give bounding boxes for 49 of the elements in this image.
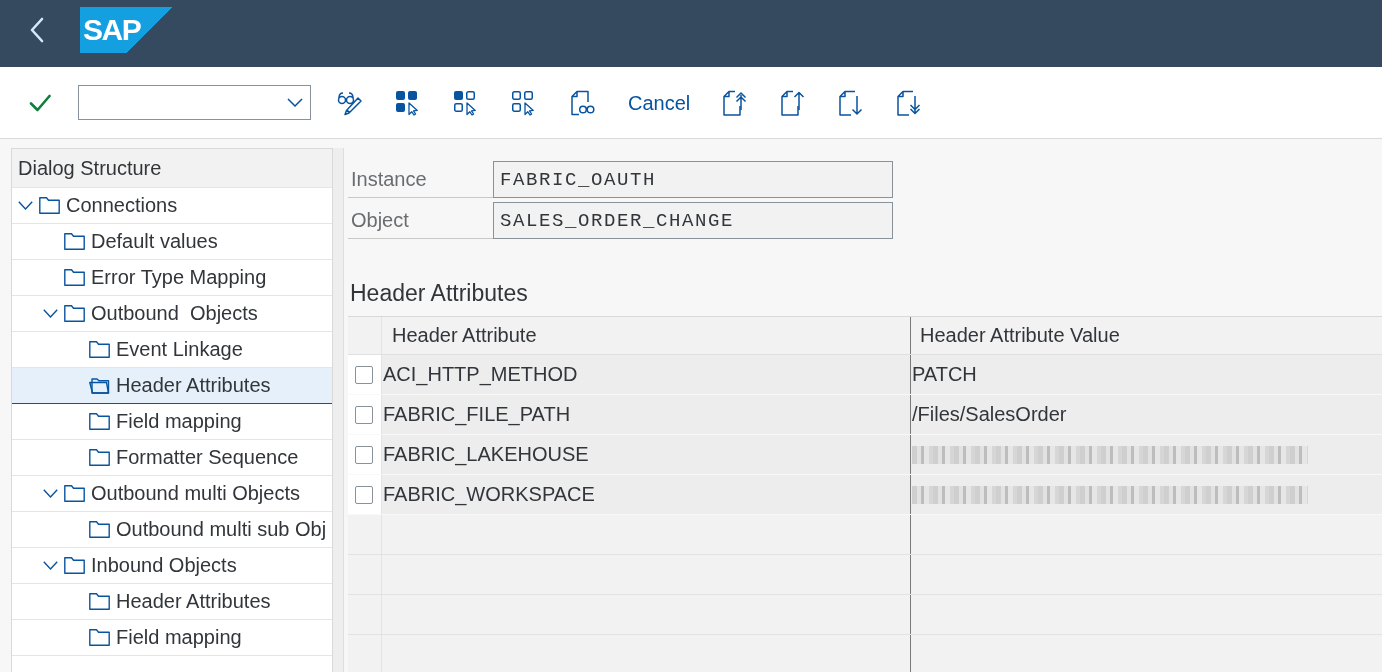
filled-grid-cursor-icon[interactable] (395, 89, 421, 116)
checkbox[interactable] (355, 445, 373, 464)
cancel-button[interactable]: Cancel (628, 90, 691, 115)
command-field[interactable] (78, 85, 311, 120)
document-double-arrow-up-icon[interactable] (722, 89, 749, 116)
folder-icon (89, 629, 110, 646)
checkbox[interactable] (355, 485, 373, 504)
table-cell: PATCH (910, 355, 1382, 394)
back-icon[interactable] (29, 16, 45, 43)
folder-icon (39, 197, 60, 214)
column-header: Header Attribute Value (910, 317, 1382, 354)
table-cell: FABRIC_FILE_PATH (382, 395, 910, 434)
panel-title: Dialog Structure (12, 149, 332, 188)
folder-icon (64, 233, 85, 250)
table-cell: /Files/SalesOrder (910, 395, 1382, 434)
folder-icon (89, 521, 110, 538)
folder-icon (64, 485, 85, 502)
chevron-down-icon[interactable] (43, 309, 58, 318)
outline-grid-cursor-icon[interactable] (511, 89, 537, 116)
column-header: Header Attribute (391, 323, 538, 348)
folder-icon (89, 449, 110, 466)
tree-item[interactable]: Header Attributes (12, 368, 332, 404)
folder-icon (89, 593, 110, 610)
document-double-arrow-down-icon[interactable] (896, 89, 923, 116)
folder-icon (89, 341, 110, 358)
open-folder-icon (89, 377, 110, 394)
folder-icon (64, 305, 85, 322)
chevron-down-icon[interactable] (287, 98, 303, 107)
document-glasses-icon[interactable] (569, 89, 595, 116)
logo: SAP (80, 6, 172, 53)
folder-icon (64, 269, 85, 286)
checkbox[interactable] (355, 405, 373, 424)
section-title: Header Attributes (350, 279, 528, 308)
mixed-grid-cursor-icon[interactable] (453, 89, 479, 116)
table-cell: FABRIC_LAKEHOUSE (382, 435, 910, 474)
glasses-pencil-icon[interactable] (337, 89, 363, 116)
folder-icon (64, 557, 85, 574)
chevron-down-icon[interactable] (18, 201, 33, 210)
document-arrow-down-icon[interactable] (838, 89, 865, 116)
input-field[interactable]: SALES_ORDER_CHANGE (493, 202, 893, 239)
chevron-down-icon[interactable] (43, 489, 58, 498)
document-arrow-up-icon[interactable] (780, 89, 807, 116)
chevron-down-icon[interactable] (43, 561, 58, 570)
folder-icon (89, 413, 110, 430)
input-field[interactable]: FABRIC_OAUTH (493, 161, 893, 198)
table-cell: FABRIC_WORKSPACE (382, 475, 910, 514)
checkbox[interactable] (355, 365, 373, 384)
table-cell: ACI_HTTP_METHOD (382, 355, 910, 394)
check-icon[interactable] (29, 92, 51, 113)
